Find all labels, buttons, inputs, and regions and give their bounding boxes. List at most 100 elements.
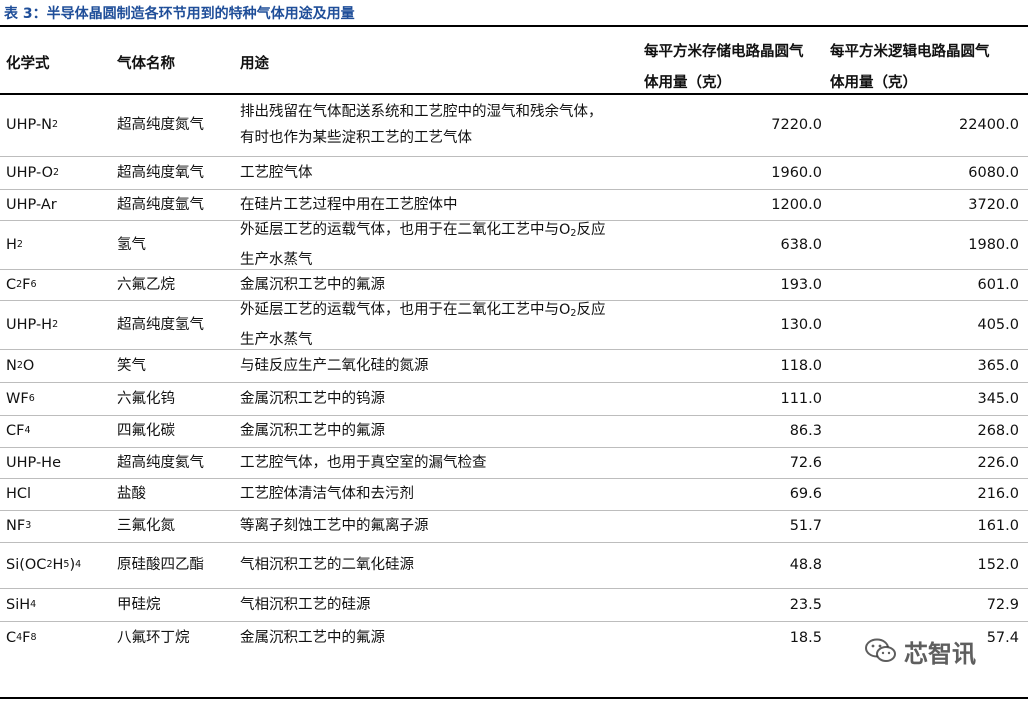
use-cell: 排出残留在气体配送系统和工艺腔中的湿气和残余气体， 有时也作为某些淀积工艺的工艺气… — [240, 94, 645, 156]
use-cell: 外延层工艺的运载气体，也用于在二氧化工艺中与O2反应 生产水蒸气 — [240, 300, 645, 349]
use-line: 气相沉积工艺的硅源 — [240, 596, 371, 613]
formula-cell: C2F6 — [6, 276, 37, 293]
row-divider — [0, 382, 1028, 383]
use-line: 有时也作为某些淀积工艺的工艺气体 — [240, 130, 472, 146]
header-logic-line1: 每平方米逻辑电路晶圆气 — [830, 44, 990, 60]
logic-usage-cell: 345.0 — [977, 390, 1019, 407]
table-caption: 表 3：半导体晶圆制造各环节用到的特种气体用途及用量 — [4, 6, 355, 22]
table-row: UHP-Ar 超高纯度氩气 在硅片工艺过程中用在工艺腔体中 1200.0 372… — [0, 189, 1028, 220]
logic-usage-cell: 1980.0 — [968, 236, 1019, 253]
memory-usage-cell: 18.5 — [789, 629, 822, 646]
logic-usage-cell: 216.0 — [977, 486, 1019, 502]
table-row: WF 6 六氟化钨 金属沉积工艺中的钨源 111.0 345.0 — [0, 382, 1028, 415]
row-divider — [0, 300, 1028, 301]
use-line: 排出残留在气体配送系统和工艺腔中的湿气和残余气体， — [240, 104, 603, 120]
table-row: UHP-He 超高纯度氦气 工艺腔气体，也用于真空室的漏气检查 72.6 226… — [0, 447, 1028, 478]
use-cell: 金属沉积工艺中的氟源 — [240, 269, 645, 300]
gas-name-cell: 三氟化氮 — [117, 518, 175, 534]
formula-cell: UHP-He — [6, 454, 61, 471]
gas-name-cell: 超高纯度氢气 — [117, 316, 204, 333]
header-memory-line1: 每平方米存储电路晶圆气 — [644, 44, 804, 60]
use-line: 与硅反应生产二氧化硅的氮源 — [240, 357, 429, 374]
memory-usage-cell: 23.5 — [789, 596, 822, 613]
row-divider — [0, 220, 1028, 221]
row-divider — [0, 588, 1028, 589]
logic-usage-cell: 268.0 — [977, 423, 1019, 439]
logic-usage-cell: 226.0 — [977, 454, 1019, 471]
header-memory-usage: 每平方米存储电路晶圆气 体用量（克） — [644, 37, 804, 99]
memory-usage-cell: 7220.0 — [771, 117, 822, 133]
gas-name-cell: 超高纯度氧气 — [117, 164, 204, 181]
gas-name-cell: 超高纯度氮气 — [117, 117, 204, 133]
watermark: 芯智讯 — [864, 636, 976, 668]
formula-cell: H2 — [6, 236, 23, 253]
use-cell: 金属沉积工艺中的氟源 — [240, 621, 645, 654]
use-line: 外延层工艺的运载气体，也用于在二氧化工艺中与O2反应 — [240, 221, 606, 239]
row-divider — [0, 269, 1028, 270]
formula-cell: CF 4 — [6, 423, 31, 439]
use-cell: 气相沉积工艺的二氧化硅源 — [240, 542, 645, 588]
header-gas-name: 气体名称 — [117, 56, 175, 72]
use-cell: 与硅反应生产二氧化硅的氮源 — [240, 349, 645, 382]
table-row: NF 3 三氟化氮 等离子刻蚀工艺中的氟离子源 51.7 161.0 — [0, 510, 1028, 542]
logic-usage-cell: 22400.0 — [959, 117, 1019, 133]
use-cell: 工艺腔体清洁气体和去污剂 — [240, 478, 645, 510]
formula-cell: UHP-H 2 — [6, 316, 59, 333]
table-bottom-rule — [0, 697, 1028, 699]
gas-name-cell: 六氟化钨 — [117, 390, 175, 407]
row-divider — [0, 447, 1028, 448]
row-divider — [0, 156, 1028, 157]
wechat-icon — [865, 638, 896, 662]
logic-usage-cell: 601.0 — [977, 276, 1019, 293]
row-divider — [0, 478, 1028, 479]
formula-cell: N2O — [6, 357, 35, 374]
logic-usage-cell: 365.0 — [977, 357, 1019, 374]
use-line: 气相沉积工艺的二氧化硅源 — [240, 557, 414, 573]
gas-name-cell: 甲硅烷 — [117, 596, 161, 613]
formula-cell: Si(OC 2 H 5) 4 — [6, 557, 82, 573]
formula-cell: C4F8 — [6, 629, 37, 646]
row-divider — [0, 510, 1028, 511]
watermark-text: 芯智讯 — [904, 639, 976, 668]
table-row: SiH 4 甲硅烷 气相沉积工艺的硅源 23.5 72.9 — [0, 588, 1028, 621]
table-row: Si(OC 2 H 5) 4 原硅酸四乙酯 气相沉积工艺的二氧化硅源 48.8 152.… — [0, 542, 1028, 588]
row-divider — [0, 189, 1028, 190]
table-row: HCl 盐酸 工艺腔体清洁气体和去污剂 69.6 216.0 — [0, 478, 1028, 510]
use-line: 金属沉积工艺中的氟源 — [240, 423, 385, 439]
gas-name-cell: 六氟乙烷 — [117, 276, 175, 293]
row-divider — [0, 621, 1028, 622]
logic-usage-cell: 152.0 — [977, 557, 1019, 573]
table-row: N2O 笑气 与硅反应生产二氧化硅的氮源 118.0 365.0 — [0, 349, 1028, 382]
use-cell: 金属沉积工艺中的钨源 — [240, 382, 645, 415]
memory-usage-cell: 638.0 — [780, 236, 822, 253]
use-line: 金属沉积工艺中的钨源 — [240, 390, 385, 407]
formula-cell: SiH 4 — [6, 596, 37, 613]
table-row: C2F6 六氟乙烷 金属沉积工艺中的氟源 193.0 601.0 — [0, 269, 1028, 300]
memory-usage-cell: 111.0 — [780, 390, 822, 407]
header-logic-usage: 每平方米逻辑电路晶圆气 体用量（克） — [830, 37, 990, 99]
gas-name-cell: 原硅酸四乙酯 — [117, 557, 204, 573]
use-cell: 金属沉积工艺中的氟源 — [240, 415, 645, 447]
gas-name-cell: 氢气 — [117, 236, 146, 253]
table-row: CF 4 四氟化碳 金属沉积工艺中的氟源 86.3 268.0 — [0, 415, 1028, 447]
logic-usage-cell: 405.0 — [977, 316, 1019, 333]
use-line: 工艺腔气体 — [240, 164, 313, 181]
use-cell: 工艺腔气体 — [240, 156, 645, 189]
gas-name-cell: 八氟环丁烷 — [117, 629, 190, 646]
formula-cell: UHP-O 2 — [6, 164, 60, 181]
memory-usage-cell: 1960.0 — [771, 164, 822, 181]
use-line: 工艺腔体清洁气体和去污剂 — [240, 486, 414, 502]
use-cell: 外延层工艺的运载气体，也用于在二氧化工艺中与O2反应 生产水蒸气 — [240, 220, 645, 269]
use-cell: 工艺腔气体，也用于真空室的漏气检查 — [240, 447, 645, 478]
memory-usage-cell: 130.0 — [780, 316, 822, 333]
memory-usage-cell: 1200.0 — [771, 196, 822, 213]
memory-usage-cell: 69.6 — [789, 486, 822, 502]
use-cell: 气相沉积工艺的硅源 — [240, 588, 645, 621]
use-line: 工艺腔气体，也用于真空室的漏气检查 — [240, 454, 487, 471]
formula-cell: WF 6 — [6, 390, 35, 407]
header-use: 用途 — [240, 56, 269, 72]
use-cell: 在硅片工艺过程中用在工艺腔体中 — [240, 189, 645, 220]
table-row: H2 氢气 外延层工艺的运载气体，也用于在二氧化工艺中与O2反应 生产水蒸气 63… — [0, 220, 1028, 269]
table-row: UHP-O 2 超高纯度氧气 工艺腔气体 1960.0 6080.0 — [0, 156, 1028, 189]
use-line: 金属沉积工艺中的氟源 — [240, 276, 385, 293]
